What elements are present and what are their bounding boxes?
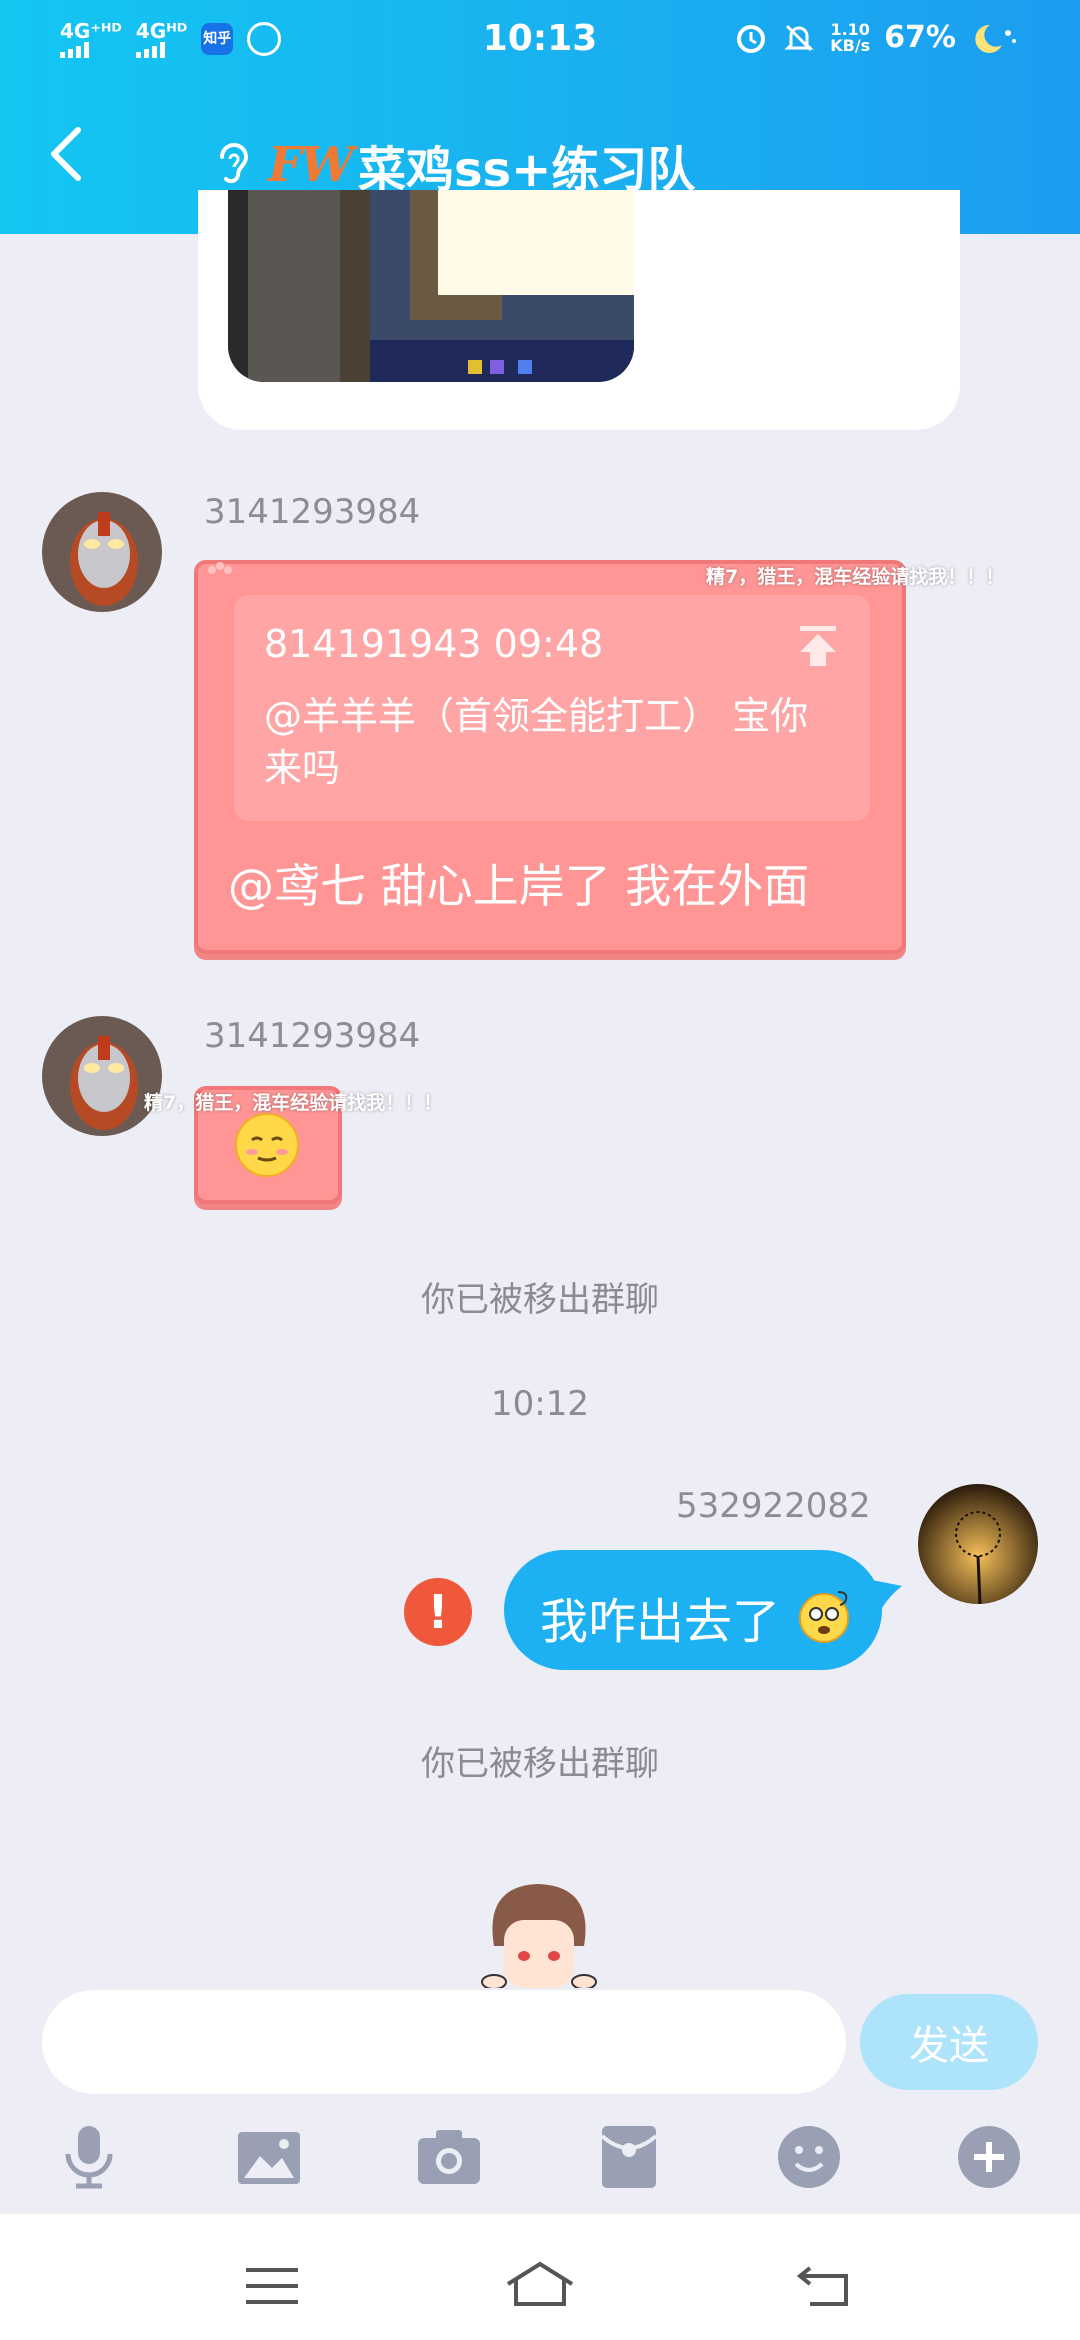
paw-icon xyxy=(208,562,232,574)
camera-icon[interactable] xyxy=(414,2122,484,2192)
avatar[interactable] xyxy=(42,492,162,612)
mute-icon xyxy=(784,24,814,51)
system-notice: 你已被移出群聊 xyxy=(421,1744,659,1784)
moon-icon xyxy=(975,24,1016,53)
jump-to-quote-icon[interactable] xyxy=(794,622,842,668)
bubble-decoration-text: 精7，猎王，混车经验请找我！！！ xyxy=(706,566,1005,588)
send-button[interactable]: 发送 xyxy=(860,1994,1038,2090)
shared-screenshot-image[interactable] xyxy=(228,190,634,382)
group-logo: FW xyxy=(268,137,354,193)
bubble-tail xyxy=(872,1580,902,1620)
back-nav-icon[interactable] xyxy=(796,2264,852,2308)
network-speed: 1.10 KB/s xyxy=(830,21,871,55)
plus-icon[interactable] xyxy=(954,2122,1024,2192)
my-avatar[interactable] xyxy=(918,1484,1038,1604)
back-arrow-icon[interactable] xyxy=(46,124,86,184)
ultraman-avatar-image xyxy=(42,1016,162,1136)
sender-id[interactable]: 3141293984 xyxy=(204,1016,420,1056)
menu-icon[interactable] xyxy=(244,2266,300,2306)
alarm-icon xyxy=(737,24,766,53)
microphone-icon[interactable] xyxy=(54,2122,124,2192)
peeking-character-image xyxy=(481,1884,597,1988)
emoji-icon[interactable] xyxy=(774,2122,844,2192)
message-text: @鸢七 甜心上岸了 我在外面 xyxy=(228,859,810,913)
status-bar: 4G⁺ᴴᴰ 4Gᴴᴰ 知乎 10:13 1.10 KB/s 67% xyxy=(0,0,1080,84)
message-input[interactable] xyxy=(42,1990,846,2094)
status-right: 1.10 KB/s 67% xyxy=(734,20,1020,55)
system-navigation-bar xyxy=(0,2214,1080,2340)
speed-unit: KB/s xyxy=(830,35,871,55)
dizzy-emoji-icon xyxy=(799,1591,849,1643)
send-failed-icon[interactable]: ! xyxy=(404,1578,472,1646)
system-notice: 你已被移出群聊 xyxy=(421,1280,659,1320)
ultraman-avatar-image xyxy=(42,492,162,612)
quote-text: @羊羊羊（首领全能打工） 宝你来吗 xyxy=(264,694,809,790)
my-sender-id: 532922082 xyxy=(676,1486,871,1526)
bubble-decoration-text: 精7，猎王，混车经验请找我！！！ xyxy=(144,1092,443,1114)
timestamp: 10:12 xyxy=(491,1384,589,1424)
dandelion-avatar-image xyxy=(918,1484,1038,1604)
my-message-text: 我咋出去了 xyxy=(540,1594,781,1650)
game-screenshot-image xyxy=(228,190,634,382)
smiling-emoji-icon xyxy=(235,1113,299,1177)
battery-level: 67% xyxy=(884,20,956,55)
home-icon[interactable] xyxy=(504,2260,576,2308)
sender-id[interactable]: 3141293984 xyxy=(204,492,420,532)
image-icon[interactable] xyxy=(234,2122,304,2192)
ear-icon[interactable] xyxy=(212,139,254,191)
avatar[interactable] xyxy=(42,1016,162,1136)
red-packet-icon[interactable] xyxy=(594,2122,664,2192)
quote-meta: 814191943 09:48 xyxy=(264,622,604,666)
